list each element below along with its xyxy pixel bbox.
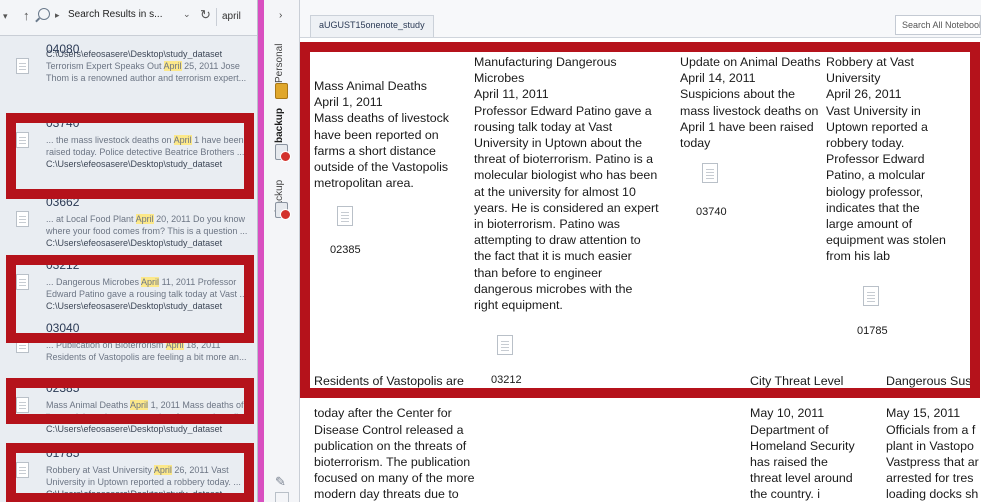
result-path: C:\Users\efeosasere\Desktop\study_datase… [46,424,223,434]
pin-icon[interactable]: ✎ [275,474,286,490]
note-line: publication on the threats of [314,438,467,453]
notebook-tab-backup-active[interactable]: backup [274,101,290,143]
note-line: May 15, 2011 [886,406,961,421]
note-line: has raised the [750,455,828,469]
notebook-icon[interactable] [275,144,291,162]
note-line: plant in Vastopo [886,438,974,453]
search-result-item[interactable]: 03662... at Local Food Plant April 20, 2… [6,195,252,255]
snippet-text: Terrorism Expert Speaks Out [46,61,164,71]
note-line: Officials from a f [886,422,976,437]
page-tab-bar: aUGUST15onenote_study Search All Noteboo… [300,0,981,38]
highlight-box [6,255,254,343]
highlight-box [300,42,980,398]
note-line: May 10, 2011 [750,406,825,421]
note-line: loading docks sh [886,487,979,502]
note-line: the country. i [750,487,821,502]
note-line: bioterrorism. The publication [314,455,471,469]
page-tab[interactable]: aUGUST15onenote_study [310,15,434,37]
search-hit-highlight: April [163,61,182,71]
snippet-text: ... at Local Food Plant [46,214,136,224]
result-title: 04080 [46,42,80,56]
note-line: Homeland Security [750,438,855,453]
highlight-box [6,443,254,502]
search-hit-highlight: April [135,214,154,224]
notebook-sidebar: › Personal backup backup ✎ [264,0,300,502]
note-line: Disease Control released a [314,422,464,437]
highlight-box [6,378,254,424]
note-line: threat level around [750,471,853,486]
notebook-icon[interactable] [275,202,291,220]
notebook-tab-personal[interactable]: Personal [274,37,290,83]
notebook-icon[interactable] [275,83,288,99]
search-result-item[interactable]: 04080 Terrorism Expert Speaks Out April 2… [6,42,252,102]
result-snippet: ... at Local Food Plant April 20, 2011 D… [46,213,250,237]
note-line: arrested for tres [886,471,974,486]
search-results-pane: ▾ ↑ ▸ Search Results in s... ⌄ ↻ april C… [0,0,258,502]
page-icon [16,58,29,74]
note-line: today after the Center for [314,406,452,421]
recycle-bin-icon[interactable] [275,492,289,502]
note-line: focused on many of the more [314,471,475,486]
search-all-notebooks-input[interactable]: Search All Notebooks [895,15,981,35]
note-line: Vastpress that ar [886,455,979,469]
result-snippet: Terrorism Expert Speaks Out April 25, 20… [46,60,250,84]
note-line: modern day threats due to [314,487,459,502]
expand-arrow-icon[interactable]: › [279,10,282,21]
result-path: C:\Users\efeosasere\Desktop\study_datase… [46,238,223,248]
note-line: Department of [750,422,829,437]
highlight-box [6,113,254,199]
page-icon [16,211,29,227]
